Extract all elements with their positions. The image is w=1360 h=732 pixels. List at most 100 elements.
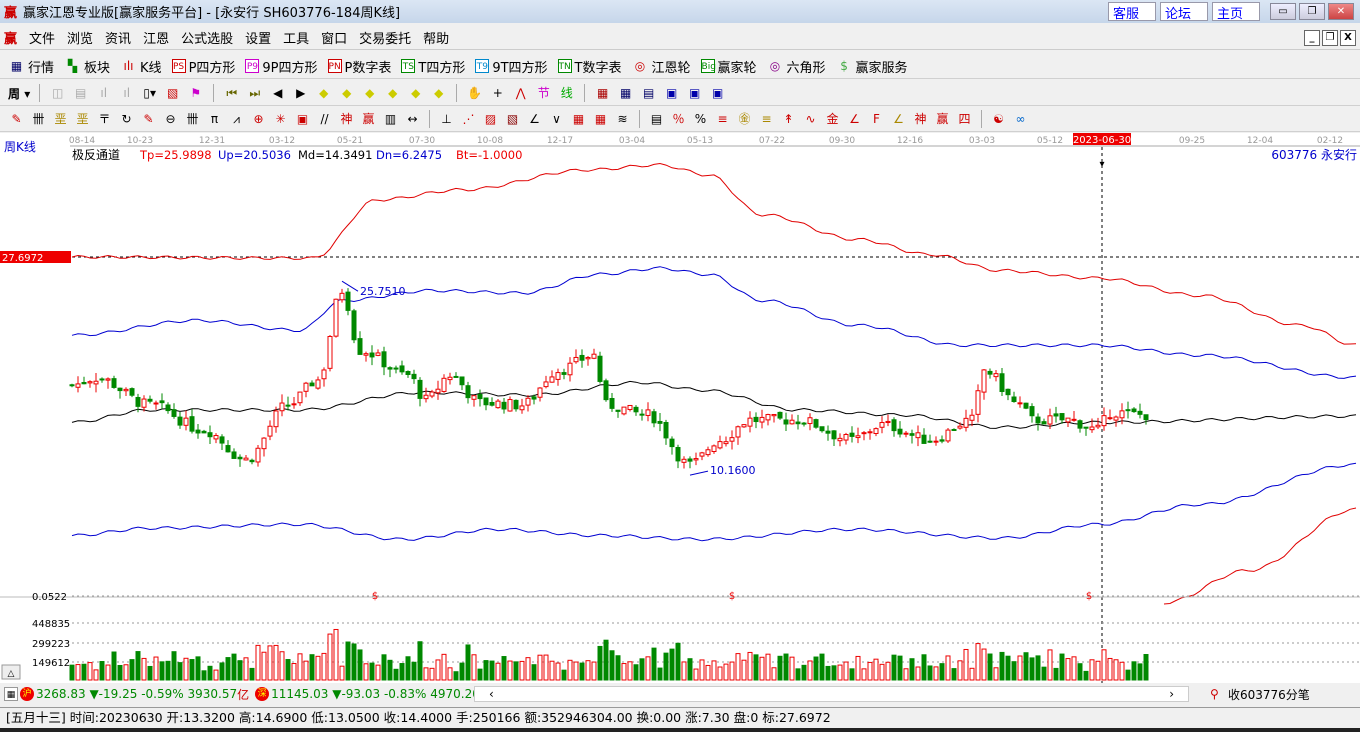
candle-type-icon[interactable]: ▯▾ (141, 85, 158, 102)
drawing-tool-icon[interactable]: ▥ (382, 111, 399, 128)
toolbar-行情[interactable]: ▦ 行情 (8, 57, 54, 76)
drawing-tool-icon[interactable]: ∨ (548, 111, 565, 128)
menu-browse[interactable]: 浏览 (67, 28, 93, 47)
drawing-tool-icon[interactable]: ▦ (592, 111, 609, 128)
drawing-tool-icon[interactable]: ▨ (482, 111, 499, 128)
link-home[interactable]: 主页 (1212, 2, 1260, 22)
indicator-icon[interactable]: ▧ (164, 85, 181, 102)
drawing-tool-icon[interactable]: ⊕ (250, 111, 267, 128)
horizontal-scrollbar[interactable]: ‹ › (474, 686, 1189, 702)
menu-gann[interactable]: 江恩 (143, 28, 169, 47)
toolbar-P数字表[interactable]: PN P数字表 (327, 57, 391, 76)
next-icon[interactable]: ▶ (292, 85, 309, 102)
toolbar-赢家服务[interactable]: $ 赢家服务 (836, 57, 907, 76)
save-icon[interactable]: ▣ (663, 85, 680, 102)
zoom-in-icon[interactable]: ◆ (407, 85, 424, 102)
drawing-tool-icon[interactable]: ⋰ (460, 111, 477, 128)
scroll-right-icon[interactable]: › (1169, 687, 1174, 701)
drawing-tool-icon[interactable]: % (692, 111, 709, 128)
zoom-right-icon[interactable]: ◆ (338, 85, 355, 102)
drawing-tool-icon[interactable]: F (868, 111, 885, 128)
drawing-tool-icon[interactable]: ▤ (648, 111, 665, 128)
drawing-tool-icon[interactable]: 卌 (30, 111, 47, 128)
toolbar-P四方形[interactable]: PS P四方形 (171, 57, 235, 76)
export-icon[interactable]: ▣ (709, 85, 726, 102)
expand-icon[interactable]: ◆ (361, 85, 378, 102)
drawing-tool-icon[interactable]: ▦ (570, 111, 587, 128)
notes-icon[interactable]: ▤ (640, 85, 657, 102)
lines-icon[interactable]: 线 (558, 85, 575, 102)
drawing-tool-icon[interactable]: ⊥ (438, 111, 455, 128)
menu-formula[interactable]: 公式选股 (181, 28, 233, 47)
toolbar-9P四方形[interactable]: P9 9P四方形 (245, 57, 318, 76)
drawing-tool-icon[interactable]: ✎ (140, 111, 157, 128)
drawing-tool-icon[interactable]: 卌 (184, 111, 201, 128)
hand-icon[interactable]: ✋ (466, 85, 483, 102)
drawing-tool-icon[interactable]: 垩 (74, 111, 91, 128)
drawing-tool-icon[interactable]: 神 (912, 111, 929, 128)
drawing-tool-icon[interactable]: ≋ (614, 111, 631, 128)
drawing-tool-icon[interactable]: ▧ (504, 111, 521, 128)
drawing-tool-icon[interactable]: ▣ (294, 111, 311, 128)
drawing-tool-icon[interactable]: ∠ (526, 111, 543, 128)
last-icon[interactable]: ⏭ (246, 85, 263, 102)
crosshair-icon[interactable]: + (489, 85, 506, 102)
quote-grid-icon[interactable]: ▦ (4, 687, 18, 701)
drawing-tool-icon[interactable]: ≡ (758, 111, 775, 128)
mdi-restore-button[interactable]: ❐ (1322, 30, 1338, 46)
toolbar-K线[interactable]: ılı K线 (120, 57, 162, 76)
drawing-tool-icon[interactable]: ⊖ (162, 111, 179, 128)
drawing-tool-icon[interactable]: ∿ (802, 111, 819, 128)
section-icon[interactable]: 节 (535, 85, 552, 102)
drawing-tool-icon[interactable]: π (206, 111, 223, 128)
drawing-tool-icon[interactable]: 赢 (360, 111, 377, 128)
drawing-tool-icon[interactable]: ✳ (272, 111, 289, 128)
menu-tools[interactable]: 工具 (283, 28, 309, 47)
menu-window[interactable]: 窗口 (321, 28, 347, 47)
toolbar-赢家轮[interactable]: Big 赢家轮 (700, 57, 757, 76)
menu-news[interactable]: 资讯 (105, 28, 131, 47)
drawing-tool-icon[interactable]: ∞ (1012, 111, 1029, 128)
drawing-tool-icon[interactable]: 神 (338, 111, 355, 128)
menu-help[interactable]: 帮助 (423, 28, 449, 47)
toolbar-六角形[interactable]: ◎ 六角形 (767, 57, 826, 76)
drawing-tool-icon[interactable]: ≡ (714, 111, 731, 128)
drawing-tool-icon[interactable]: 金 (824, 111, 841, 128)
toolbar-T数字表[interactable]: TN T数字表 (557, 57, 622, 76)
first-icon[interactable]: ⏮ (223, 85, 240, 102)
drawing-tool-icon[interactable]: ✎ (8, 111, 25, 128)
toolbar-T四方形[interactable]: TS T四方形 (401, 57, 465, 76)
peak-icon[interactable]: ⋀ (512, 85, 529, 102)
collect-ticks-link[interactable]: 收603776分笔 (1228, 686, 1310, 703)
toolbar-9T四方形[interactable]: T9 9T四方形 (475, 57, 548, 76)
mdi-minimize-button[interactable]: _ (1304, 30, 1320, 46)
calendar-icon[interactable]: ▦ (594, 85, 611, 102)
drawing-tool-icon[interactable]: 赢 (934, 111, 951, 128)
drawing-tool-icon[interactable]: 垩 (52, 111, 69, 128)
menu-trade[interactable]: 交易委托 (359, 28, 411, 47)
print-icon[interactable]: ▣ (686, 85, 703, 102)
link-forum[interactable]: 论坛 (1160, 2, 1208, 22)
drawing-tool-icon[interactable]: ↔ (404, 111, 421, 128)
minimize-button[interactable]: ▭ (1270, 3, 1296, 20)
close-button[interactable]: ✕ (1328, 3, 1354, 20)
scroll-left-icon[interactable]: ‹ (489, 687, 494, 701)
drawing-tool-icon[interactable]: ☯ (990, 111, 1007, 128)
drawing-tool-icon[interactable]: 四 (956, 111, 973, 128)
drawing-tool-icon[interactable]: ∠ (890, 111, 907, 128)
drawing-tool-icon[interactable]: ％ (670, 111, 687, 128)
drawing-tool-icon[interactable]: // (316, 111, 333, 128)
drawing-tool-icon[interactable]: 〒 (96, 111, 113, 128)
menu-settings[interactable]: 设置 (245, 28, 271, 47)
drawing-tool-icon[interactable]: ㊎ (736, 111, 753, 128)
kline-chart[interactable]: 08-14 10-23 12-31 03-12 05-21 07-30 10-08 12-17… (0, 133, 1360, 683)
toolbar-板块[interactable]: ▚ 板块 (64, 57, 110, 76)
drawing-tool-icon[interactable]: ∠ (846, 111, 863, 128)
shrink-icon[interactable]: ◆ (384, 85, 401, 102)
restore-button[interactable]: ❐ (1299, 3, 1325, 20)
drawing-tool-icon[interactable]: ↟ (780, 111, 797, 128)
calculator-icon[interactable]: ▦ (617, 85, 634, 102)
zoom-left-icon[interactable]: ◆ (315, 85, 332, 102)
toolbar-江恩轮[interactable]: ◎ 江恩轮 (632, 57, 691, 76)
flag-icon[interactable]: ⚑ (187, 85, 204, 102)
